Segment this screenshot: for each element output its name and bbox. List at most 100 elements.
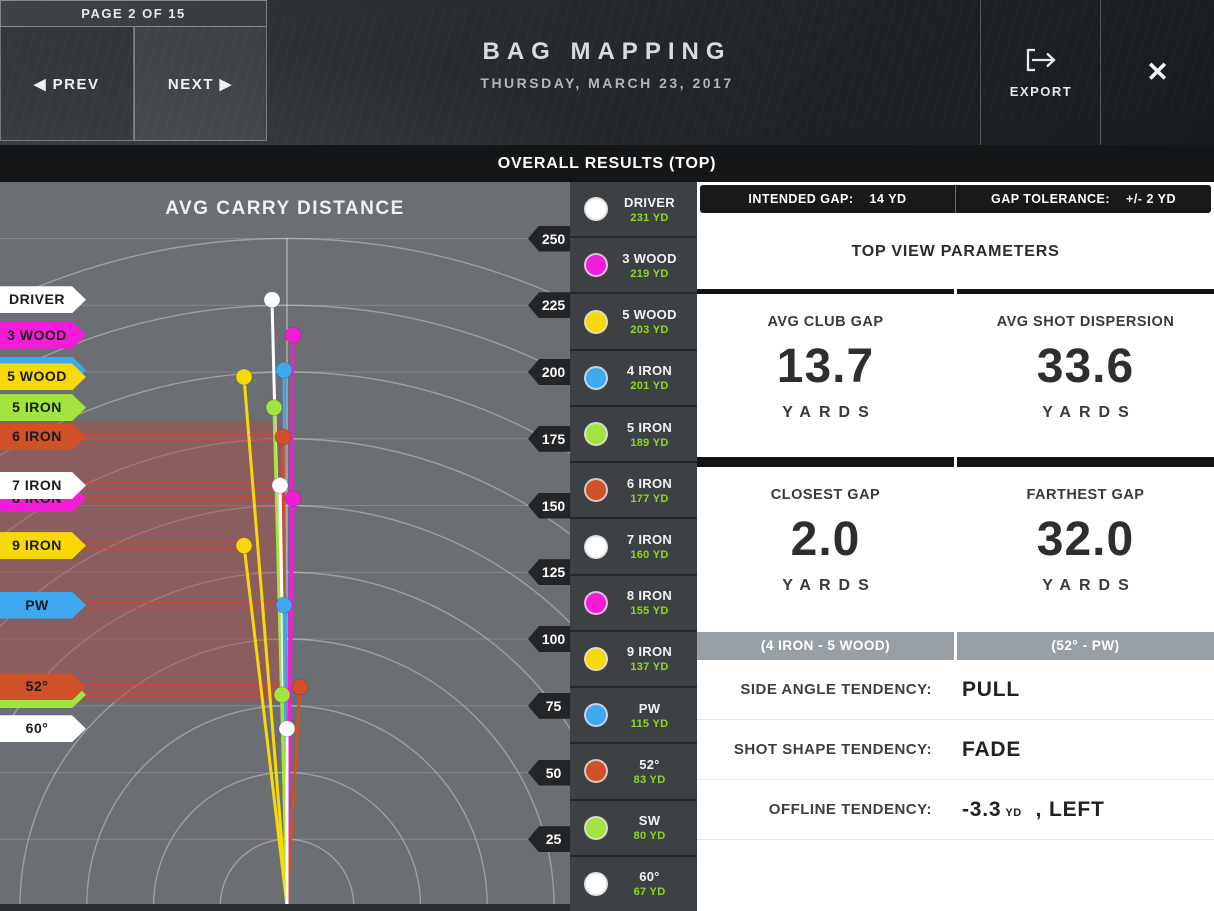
export-icon — [1023, 47, 1059, 76]
club-name: 6 IRON — [608, 476, 691, 491]
club-carry-distance: 67 YD — [608, 886, 691, 898]
club-carry-distance: 189 YD — [608, 437, 691, 449]
stat-card-footer: (52° - PW) — [957, 632, 1214, 660]
tendency-label: SHOT SHAPE TENDENCY: — [697, 741, 932, 758]
prev-arrow-icon: ◀ — [34, 76, 47, 93]
club-carry-distance: 160 YD — [608, 549, 691, 561]
parameters-title: TOP VIEW PARAMETERS — [697, 243, 1214, 261]
top-header: PAGE 2 OF 15 ◀ PREV NEXT ▶ BAG MAPPING T… — [0, 0, 1214, 145]
next-arrow-icon: ▶ — [220, 76, 233, 93]
club-name: 5 WOOD — [608, 307, 691, 322]
club-list-item: 6 IRON177 YD — [570, 463, 697, 517]
tendency-label: OFFLINE TENDENCY: — [697, 801, 932, 818]
stat-card-closest-gap: CLOSEST GAP 2.0 YARDS (4 IRON - 5 WOOD) — [697, 462, 954, 660]
club-carry-distance: 201 YD — [608, 380, 691, 392]
chart-bottom-strip — [0, 904, 570, 911]
club-carry-distance: 203 YD — [608, 324, 691, 336]
avg-carry-dot-SW — [274, 687, 290, 703]
intended-gap-value: 14 YD — [870, 192, 907, 206]
gap-settings-bar: INTENDED GAP: 14 YD GAP TOLERANCE: +/- 2… — [700, 185, 1211, 213]
tendencies-list: SIDE ANGLE TENDENCY: PULL SHOT SHAPE TEN… — [697, 660, 1214, 840]
club-label-PW: PW — [0, 592, 86, 619]
avg-carry-dot-9 IRON — [236, 538, 252, 554]
avg-carry-dot-DRIVER — [264, 292, 280, 308]
club-name: 7 IRON — [608, 532, 691, 547]
gap-warning-zone — [0, 421, 287, 703]
carry-distance-chart: AVG CARRY DISTANCE DRIVER3 WOOD4 IRON5 W… — [0, 182, 570, 911]
export-button[interactable]: EXPORT — [982, 0, 1100, 145]
close-button[interactable]: ✕ — [1101, 0, 1214, 145]
club-list-item: 9 IRON137 YD — [570, 632, 697, 686]
tendency-row-side-angle: SIDE ANGLE TENDENCY: PULL — [697, 660, 1214, 720]
club-list-item: SW 80 YD — [570, 801, 697, 855]
club-label-9 IRON: 9 IRON — [0, 532, 86, 559]
club-color-dot — [584, 366, 608, 390]
club-label-60°: 60° — [0, 715, 86, 742]
club-list-item: 5 WOOD 203 YD — [570, 294, 697, 348]
avg-carry-dot-6 IRON — [275, 429, 291, 445]
club-carry-distance: 231 YD — [608, 212, 691, 224]
avg-carry-dot-5 WOOD — [236, 369, 252, 385]
avg-carry-dot-60° — [279, 721, 295, 737]
club-label-DRIVER: DRIVER — [0, 286, 86, 313]
stat-card-value: 2.0 — [697, 512, 954, 567]
header-divider — [980, 0, 981, 145]
pagination-block: PAGE 2 OF 15 ◀ PREV NEXT ▶ — [0, 0, 267, 141]
club-list-item: 3 WOOD 219 YD — [570, 238, 697, 292]
stat-cards: AVG CLUB GAP 13.7 YARDS AVG SHOT DISPERS… — [697, 289, 1214, 660]
club-list-item: 5 IRON 189 YD — [570, 407, 697, 461]
chart-title: AVG CARRY DISTANCE — [0, 198, 570, 220]
club-name: 3 WOOD — [608, 251, 691, 266]
stat-card-unit: YARDS — [697, 577, 954, 595]
club-color-dot — [584, 478, 608, 502]
club-name: 52° — [608, 757, 691, 772]
club-color-dot — [584, 591, 608, 615]
club-list-item: 60° 67 YD — [570, 857, 697, 911]
club-color-dot — [584, 703, 608, 727]
club-name: SW — [608, 813, 691, 828]
club-color-dot — [584, 872, 608, 896]
avg-carry-dot-PW — [276, 597, 292, 613]
prev-button[interactable]: ◀ PREV — [0, 27, 134, 141]
club-name: 60° — [608, 869, 691, 884]
avg-carry-dot-4 IRON — [276, 362, 292, 378]
next-button-label: NEXT — [168, 76, 214, 93]
club-label-7 IRON: 7 IRON — [0, 472, 86, 499]
club-color-dot — [584, 759, 608, 783]
stat-card-title: FARTHEST GAP — [957, 487, 1214, 503]
export-button-label: EXPORT — [1010, 84, 1072, 99]
club-carry-distance: 115 YD — [608, 718, 691, 730]
next-button[interactable]: NEXT ▶ — [134, 27, 268, 141]
close-icon: ✕ — [1146, 57, 1169, 87]
club-name: DRIVER — [608, 195, 691, 210]
gap-tolerance: GAP TOLERANCE: +/- 2 YD — [955, 185, 1211, 213]
club-name: 5 IRON — [608, 420, 691, 435]
tendency-label: SIDE ANGLE TENDENCY: — [697, 681, 932, 698]
club-list-item: PW 115 YD — [570, 688, 697, 742]
tendency-value: -3.3 — [962, 798, 1001, 822]
club-list-item: DRIVER 231 YD — [570, 182, 697, 236]
club-list-item: 4 IRON201 YD — [570, 351, 697, 405]
club-carry-distance: 219 YD — [608, 268, 691, 280]
club-name: PW — [608, 701, 691, 716]
stat-card-value: 33.6 — [957, 339, 1214, 394]
club-list-item: 52°83 YD — [570, 744, 697, 798]
avg-carry-dot-7 IRON — [272, 477, 288, 493]
tendency-row-shot-shape: SHOT SHAPE TENDENCY: FADE — [697, 720, 1214, 780]
stat-card-value: 32.0 — [957, 512, 1214, 567]
club-color-dot — [584, 197, 608, 221]
bag-mapping-app: PAGE 2 OF 15 ◀ PREV NEXT ▶ BAG MAPPING T… — [0, 0, 1214, 911]
club-color-dot — [584, 535, 608, 559]
gap-tolerance-label: GAP TOLERANCE: — [991, 192, 1110, 206]
club-carry-distance: 80 YD — [608, 830, 691, 842]
club-name: 8 IRON — [608, 588, 691, 603]
club-carry-distance: 155 YD — [608, 605, 691, 617]
tendency-value: FADE — [962, 738, 1021, 762]
club-color-dot — [584, 253, 608, 277]
avg-carry-dot-8 IRON — [285, 491, 301, 507]
club-label-5 IRON: 5 IRON — [0, 394, 86, 421]
club-label-3 WOOD: 3 WOOD — [0, 322, 86, 349]
carry-chart-svg — [0, 182, 570, 911]
stat-card-unit: YARDS — [697, 404, 954, 422]
stat-card-avg-shot-dispersion: AVG SHOT DISPERSION 33.6 YARDS — [957, 289, 1214, 462]
